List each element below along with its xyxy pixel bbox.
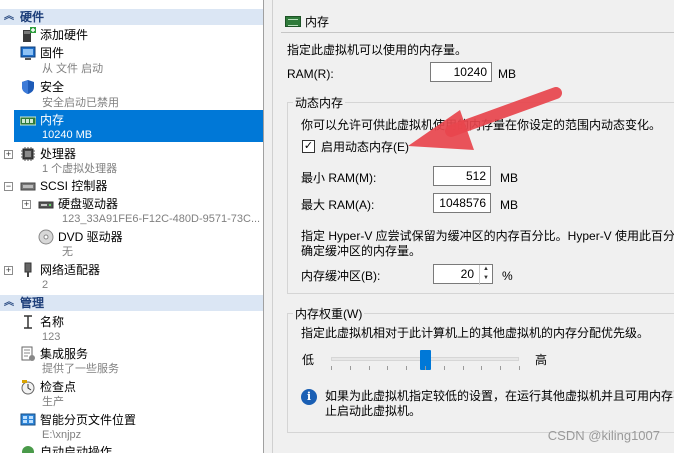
tree-item-scsi[interactable]: SCSI 控制器 <box>40 178 107 194</box>
hardware-section-header[interactable]: ︽ 硬件 <box>0 9 263 25</box>
slider-tick <box>369 366 370 370</box>
spin-down-icon[interactable]: ▼ <box>480 274 492 283</box>
smart-paging-icon <box>20 412 36 428</box>
slider-tick <box>331 366 332 370</box>
chevron-double-up-icon[interactable]: ︽ <box>4 295 14 311</box>
slider-tick <box>463 366 464 370</box>
network-adapter-icon <box>20 262 36 278</box>
memory-sub: 10240 MB <box>42 129 93 141</box>
weight-info-line1: 如果为此虚拟机指定较低的设置，在运行其他虚拟机并且可用内存不足 <box>325 389 674 403</box>
slider-tick <box>425 366 426 370</box>
max-ram-label: 最大 RAM(A): <box>301 198 375 212</box>
name-sub: 123 <box>42 331 61 343</box>
min-ram-unit: MB <box>500 171 518 185</box>
processor-icon <box>20 146 36 162</box>
ram-label: RAM(R): <box>287 67 334 81</box>
hard-drive-icon <box>38 196 54 212</box>
firmware-sub: 从 文件 启动 <box>42 63 104 75</box>
tree-item-smart-paging[interactable]: 智能分页文件位置 <box>40 412 136 428</box>
tree-item-processor[interactable]: 处理器 <box>40 146 76 162</box>
integration-services-icon <box>20 346 36 362</box>
max-ram-input[interactable]: 1048576 <box>433 193 491 213</box>
memory-weight-title: 内存权重(W) <box>293 307 365 321</box>
add-hardware-icon <box>20 27 36 43</box>
dynamic-memory-description: 你可以允许可供此虚拟机使用的内存量在你设定的范围内动态变化。 <box>301 118 662 132</box>
ram-input[interactable]: 10240 <box>430 62 492 82</box>
tree-item-firmware[interactable]: 固件 <box>40 45 64 61</box>
ram-description: 指定此虚拟机可以使用的内存量。 <box>287 43 468 57</box>
buffer-input[interactable]: 20 ▲ ▼ <box>433 264 493 285</box>
weight-info-line2: 止启动此虚拟机。 <box>325 404 422 418</box>
buffer-description-line2: 确定缓冲区的内存量。 <box>301 244 422 258</box>
memory-weight-description: 指定此虚拟机相对于此计算机上的其他虚拟机的内存分配优先级。 <box>301 326 650 340</box>
tree-item-auto-start[interactable]: 自动启动操作 <box>40 444 112 453</box>
weight-high-label: 高 <box>535 353 548 367</box>
hardware-header-label: 硬件 <box>20 10 45 24</box>
auto-start-icon <box>20 444 36 453</box>
ram-unit: MB <box>498 67 516 81</box>
buffer-value: 20 <box>460 267 474 281</box>
management-header-label: 管理 <box>20 296 45 310</box>
max-ram-unit: MB <box>500 198 518 212</box>
checkpoint-sub: 生产 <box>42 396 64 408</box>
chevron-double-up-icon[interactable]: ︽ <box>4 9 14 25</box>
security-sub: 安全启动已禁用 <box>42 97 119 109</box>
expand-processor-toggle[interactable]: + <box>4 150 13 159</box>
hard-drive-sub: 123_33A91FE6-F12C-480D-9571-73C... <box>62 213 261 225</box>
spin-up-icon[interactable]: ▲ <box>480 265 492 274</box>
slider-tick <box>350 366 351 370</box>
network-sub: 2 <box>42 279 49 291</box>
settings-tree-panel: ︽ 硬件 添加硬件 固件 从 文件 启动 安全 安全启动已禁用 内存 10240… <box>0 0 264 453</box>
integration-sub: 提供了一些服务 <box>42 363 119 375</box>
enable-dynamic-memory-checkbox[interactable]: ✓ <box>302 140 315 153</box>
dvd-sub: 无 <box>62 246 73 258</box>
tree-item-checkpoint[interactable]: 检查点 <box>40 379 76 395</box>
tree-item-memory[interactable]: 内存 <box>40 112 64 128</box>
dynamic-memory-title: 动态内存 <box>293 96 346 110</box>
buffer-label: 内存缓冲区(B): <box>301 269 381 283</box>
weight-low-label: 低 <box>302 353 315 367</box>
smart-paging-sub: E:\xnjpz <box>42 429 82 441</box>
slider-tick <box>500 366 501 370</box>
tree-item-hard-drive[interactable]: 硬盘驱动器 <box>58 196 118 212</box>
buffer-unit: % <box>502 269 513 283</box>
slider-tick <box>519 366 520 370</box>
management-section-header[interactable]: ︽ 管理 <box>0 295 263 311</box>
tree-item-integration[interactable]: 集成服务 <box>40 346 88 362</box>
tree-item-network[interactable]: 网络适配器 <box>40 262 100 278</box>
firmware-icon <box>20 45 36 61</box>
scsi-controller-icon <box>20 178 36 194</box>
buffer-spinner[interactable]: ▲ ▼ <box>479 265 492 285</box>
watermark: CSDN @kiling1007 <box>547 428 660 443</box>
slider-tick <box>444 366 445 370</box>
expand-network-toggle[interactable]: + <box>4 266 13 275</box>
memory-icon <box>19 113 37 129</box>
enable-dynamic-memory-label[interactable]: 启用动态内存(E) <box>321 139 409 155</box>
name-icon <box>20 314 36 330</box>
pane-title: 内存 <box>281 12 329 32</box>
memory-icon <box>285 16 301 27</box>
title-divider <box>281 32 674 33</box>
min-ram-label: 最小 RAM(M): <box>301 171 377 185</box>
tree-item-dvd[interactable]: DVD 驱动器 <box>58 229 123 245</box>
slider-tick <box>406 366 407 370</box>
slider-tick <box>481 366 482 370</box>
memory-settings-pane: 内存 指定此虚拟机可以使用的内存量。 RAM(R): 10240 MB 动态内存… <box>272 0 674 453</box>
info-icon: i <box>301 389 317 405</box>
tree-item-security[interactable]: 安全 <box>40 79 64 95</box>
dvd-drive-icon <box>38 229 54 245</box>
slider-tick <box>387 366 388 370</box>
tree-item-name[interactable]: 名称 <box>40 314 64 330</box>
processor-sub: 1 个虚拟处理器 <box>42 163 118 175</box>
tree-item-add-hardware[interactable]: 添加硬件 <box>40 27 88 43</box>
pane-title-label: 内存 <box>305 15 330 29</box>
expand-hdd-toggle[interactable]: + <box>22 200 31 209</box>
buffer-description-line1: 指定 Hyper-V 应尝试保留为缓冲区的内存百分比。Hyper-V 使用此百分… <box>301 229 674 243</box>
collapse-scsi-toggle[interactable]: − <box>4 182 13 191</box>
min-ram-input[interactable]: 512 <box>433 166 491 186</box>
shield-icon <box>20 79 36 95</box>
checkpoint-icon <box>20 379 36 395</box>
